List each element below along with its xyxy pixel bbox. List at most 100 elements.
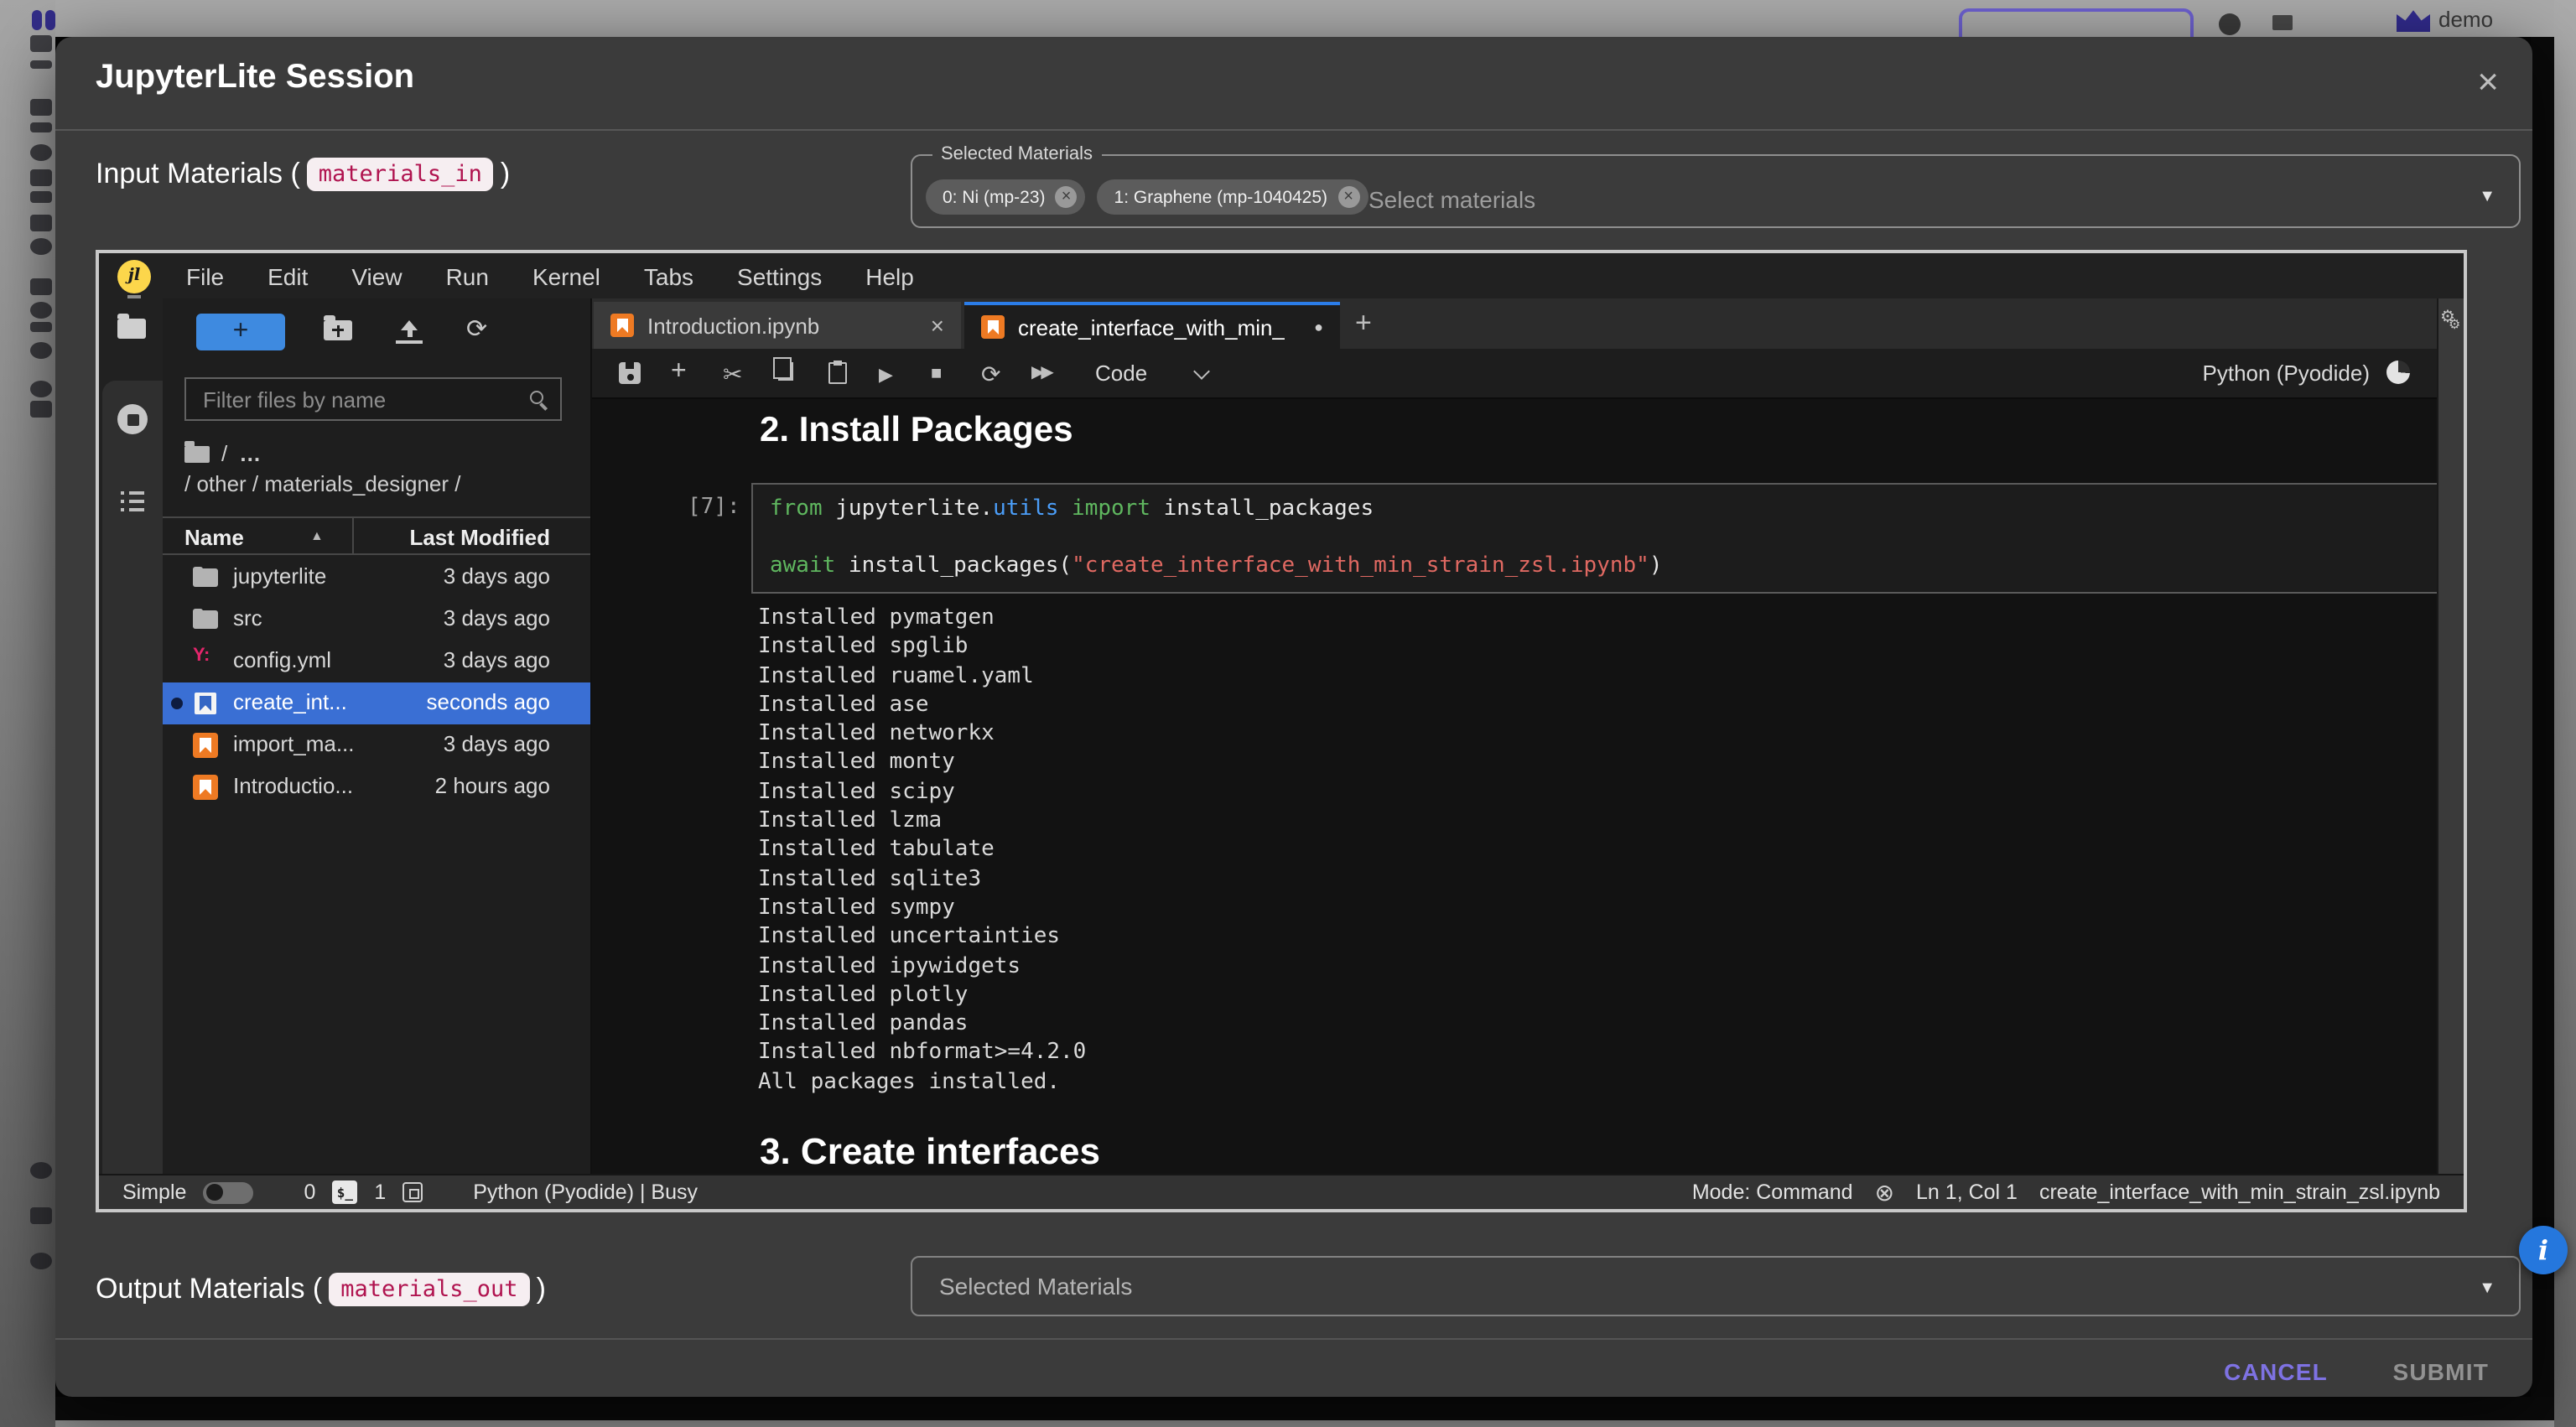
info-button[interactable]: i bbox=[2519, 1226, 2568, 1274]
tab-bar: Introduction.ipynb × create_interface_wi… bbox=[592, 298, 2437, 349]
upload-icon[interactable] bbox=[396, 320, 423, 344]
new-tab-icon[interactable]: + bbox=[1355, 307, 1372, 340]
select-materials-placeholder[interactable]: Select materials bbox=[1368, 186, 1535, 213]
backdrop-icon bbox=[30, 169, 52, 186]
status-left: Simple 0 $_ 1 Python (Pyodide) | Busy bbox=[122, 1175, 698, 1209]
property-inspector-gear-icon[interactable]: ⚙ ⚙ bbox=[2440, 309, 2455, 327]
file-name: create_int... bbox=[233, 689, 347, 714]
unsaved-dot-icon: ● bbox=[1314, 319, 1323, 335]
kernel-state-label[interactable]: Python (Pyodide) | Busy bbox=[473, 1181, 698, 1204]
material-chip[interactable]: 1: Graphene (mp-1040425) × bbox=[1098, 179, 1368, 215]
cell-output: Installed pymatgenInstalled spglibInstal… bbox=[758, 604, 1086, 1097]
column-last-modified[interactable]: Last Modified bbox=[409, 525, 550, 550]
filter-files-input[interactable] bbox=[186, 379, 505, 419]
kernels-count[interactable]: 1 bbox=[374, 1181, 386, 1204]
remove-chip-icon[interactable]: × bbox=[1337, 186, 1359, 208]
chevron-down-icon[interactable] bbox=[1193, 363, 1210, 380]
interrupt-kernel-icon[interactable]: ■ bbox=[931, 364, 942, 384]
footer-divider bbox=[55, 1338, 2532, 1340]
cancel-button[interactable]: CANCEL bbox=[2224, 1358, 2328, 1385]
output-line: Installed spglib bbox=[758, 633, 1086, 662]
output-line: Installed pandas bbox=[758, 1009, 1086, 1039]
file-row[interactable]: Introductio... 2 hours ago bbox=[163, 766, 590, 808]
kernel-name-button[interactable]: Python (Pyodide) bbox=[2203, 361, 2370, 386]
tab-create-interface[interactable]: create_interface_with_min_ ● bbox=[964, 302, 1340, 349]
backdrop-bottom-edge bbox=[55, 1420, 2554, 1427]
kernel-status-icon[interactable] bbox=[2386, 361, 2410, 384]
material-chip-label: 1: Graphene (mp-1040425) bbox=[1114, 187, 1328, 207]
tab-introduction[interactable]: Introduction.ipynb × bbox=[594, 302, 961, 349]
root-folder-icon[interactable] bbox=[184, 445, 210, 462]
selected-materials-field[interactable]: Selected Materials 0: Ni (mp-23) × 1: Gr… bbox=[911, 144, 2521, 228]
cell-type-select[interactable]: Code bbox=[1095, 361, 1147, 386]
new-folder-icon[interactable] bbox=[324, 320, 352, 340]
backdrop-app-logo-icon bbox=[32, 10, 42, 30]
restart-run-all-icon[interactable]: ▶▶ bbox=[1031, 364, 1051, 382]
sort-asc-icon[interactable]: ▲ bbox=[310, 528, 324, 543]
close-dialog-icon[interactable]: × bbox=[2477, 60, 2499, 104]
menu-item[interactable]: File bbox=[164, 262, 246, 289]
output-line: Installed plotly bbox=[758, 981, 1086, 1010]
output-select-value: Selected Materials bbox=[939, 1273, 1132, 1300]
cursor-position-label[interactable]: Ln 1, Col 1 bbox=[1916, 1181, 2018, 1204]
backdrop-icon bbox=[30, 401, 52, 418]
notebook-icon bbox=[981, 315, 1005, 339]
terminals-count[interactable]: 0 bbox=[304, 1181, 315, 1204]
backdrop-help-icon bbox=[2219, 13, 2241, 35]
menu-item[interactable]: Run bbox=[424, 262, 511, 289]
file-browser-tab-icon[interactable] bbox=[117, 319, 146, 339]
file-row[interactable]: import_ma... 3 days ago bbox=[163, 724, 590, 766]
backdrop-icon bbox=[2272, 15, 2293, 30]
breadcrumb-root[interactable]: / bbox=[221, 441, 227, 466]
menu-item[interactable]: Edit bbox=[246, 262, 330, 289]
output-materials-label: Output Materials ( bbox=[96, 1273, 322, 1306]
file-name: Introductio... bbox=[233, 773, 353, 798]
output-line: Installed monty bbox=[758, 749, 1086, 778]
running-sessions-icon[interactable] bbox=[117, 404, 148, 434]
add-cell-icon[interactable]: + bbox=[671, 357, 687, 387]
file-modified: 3 days ago bbox=[444, 731, 550, 756]
restart-kernel-icon[interactable]: ⟳ bbox=[981, 361, 1000, 389]
file-list: jupyterlite 3 days ago src 3 days ago bbox=[163, 557, 590, 808]
file-row[interactable]: src 3 days ago bbox=[163, 599, 590, 641]
chevron-down-icon[interactable]: ▼ bbox=[2479, 188, 2496, 206]
kernel-chip-icon[interactable] bbox=[402, 1182, 423, 1202]
new-launcher-button[interactable]: + bbox=[196, 314, 285, 350]
column-name[interactable]: Name bbox=[184, 525, 244, 550]
jupyter-body: + ⟳ / … / other / materials_designer / bbox=[99, 298, 2464, 1174]
breadcrumb-path[interactable]: / other / materials_designer / bbox=[184, 471, 461, 496]
backdrop-icon bbox=[30, 122, 52, 132]
output-materials-select[interactable]: Selected Materials ▼ bbox=[911, 1256, 2521, 1316]
command-mode-label[interactable]: Mode: Command bbox=[1692, 1181, 1853, 1204]
menu-item[interactable]: Help bbox=[844, 262, 936, 289]
save-icon[interactable] bbox=[619, 362, 641, 384]
run-cell-icon[interactable]: ▶ bbox=[879, 364, 893, 386]
close-tab-icon[interactable]: × bbox=[931, 312, 944, 339]
menu-item[interactable]: Kernel bbox=[511, 262, 622, 289]
material-chip[interactable]: 0: Ni (mp-23) × bbox=[926, 179, 1086, 215]
search-icon bbox=[530, 391, 543, 404]
materials-in-code-chip: materials_in bbox=[307, 158, 494, 191]
refresh-icon[interactable]: ⟳ bbox=[466, 314, 487, 344]
breadcrumb-ellipsis[interactable]: … bbox=[239, 441, 262, 466]
backdrop-canvas bbox=[2531, 37, 2554, 1427]
table-of-contents-icon[interactable] bbox=[121, 491, 144, 511]
not-trusted-icon[interactable]: ⊗ bbox=[1875, 1178, 1894, 1206]
simple-mode-toggle[interactable] bbox=[203, 1181, 253, 1203]
menu-item[interactable]: Tabs bbox=[622, 262, 715, 289]
file-row[interactable]: create_int... seconds ago bbox=[163, 682, 590, 724]
submit-button[interactable]: SUBMIT bbox=[2392, 1358, 2489, 1385]
code-cell[interactable]: from jupyterlite.utils import install_pa… bbox=[751, 483, 2437, 594]
terminal-icon[interactable]: $_ bbox=[332, 1181, 357, 1204]
cut-cells-icon[interactable]: ✂ bbox=[723, 361, 742, 389]
copy-cells-icon[interactable] bbox=[778, 362, 793, 381]
menu-item[interactable]: View bbox=[330, 262, 423, 289]
paste-cells-icon[interactable] bbox=[828, 362, 847, 384]
file-row[interactable]: jupyterlite 3 days ago bbox=[163, 557, 590, 599]
file-type-icon bbox=[193, 733, 218, 758]
material-chips: 0: Ni (mp-23) × 1: Graphene (mp-1040425)… bbox=[926, 179, 1379, 215]
menu-item[interactable]: Settings bbox=[715, 262, 844, 289]
file-row[interactable]: Y: config.yml 3 days ago bbox=[163, 641, 590, 682]
screen: demo JupyterLite Session × Input Materia… bbox=[0, 0, 2576, 1427]
remove-chip-icon[interactable]: × bbox=[1056, 186, 1078, 208]
